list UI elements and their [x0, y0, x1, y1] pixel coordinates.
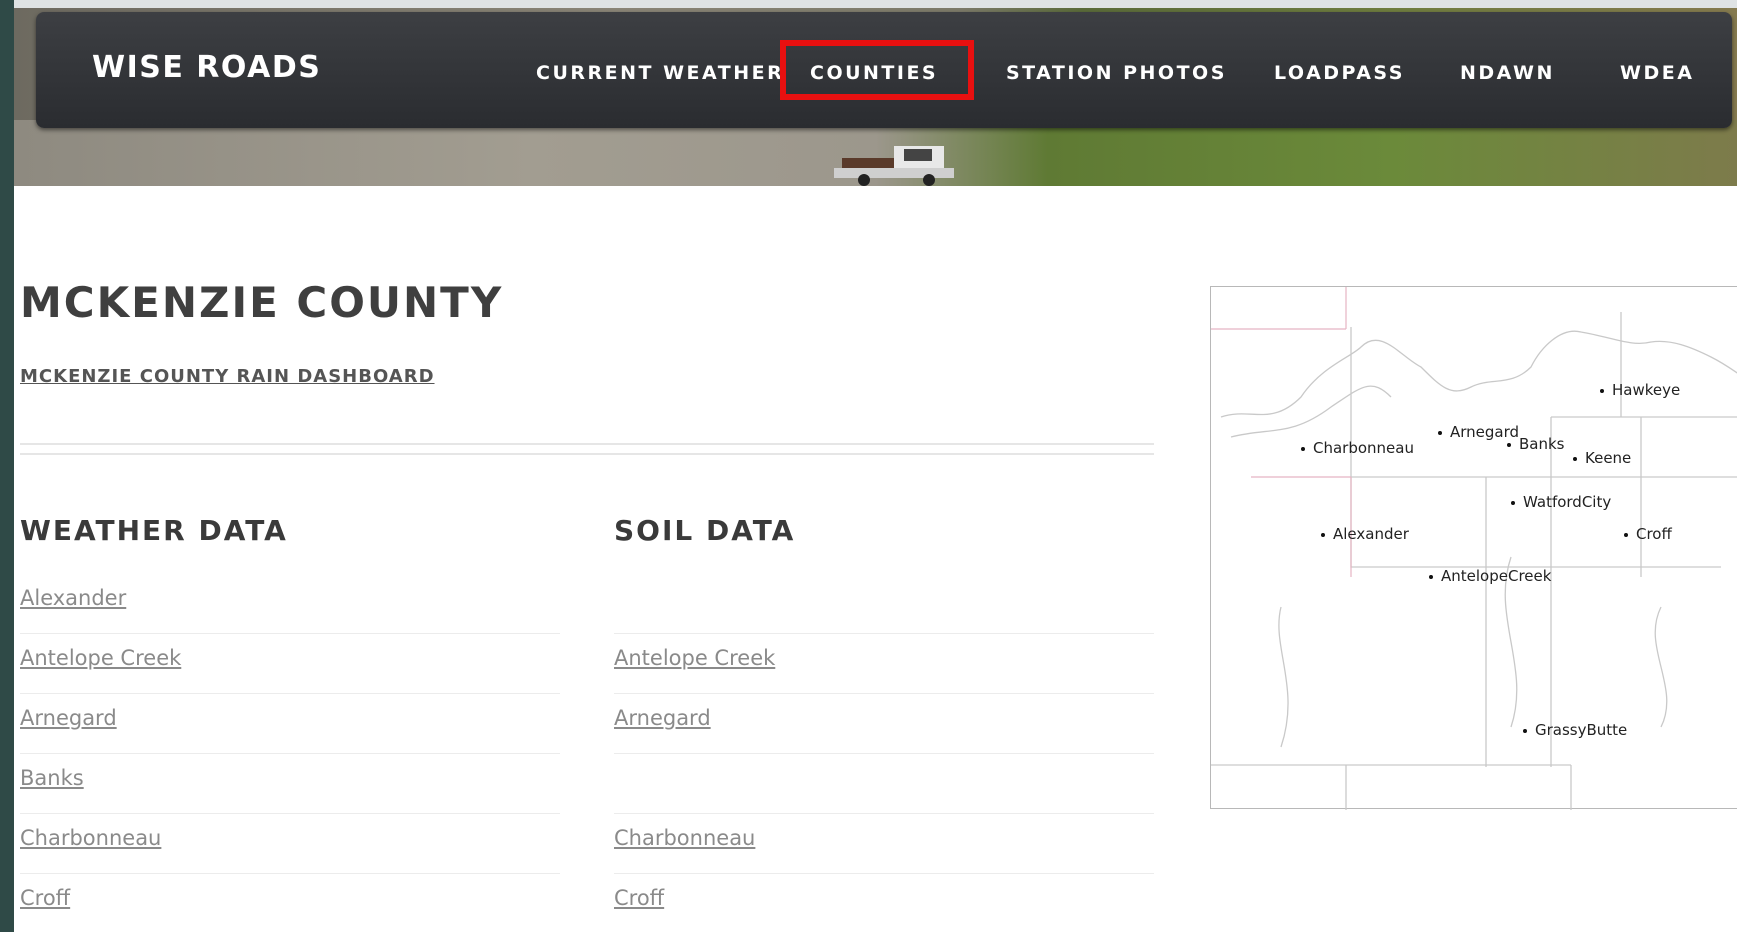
soil-data-heading: SOIL DATA [614, 514, 796, 547]
page-title: MCKENZIE COUNTY [20, 278, 504, 327]
list-item: Antelope Creek [614, 634, 1154, 694]
weather-link-alexander[interactable]: Alexander [20, 586, 126, 610]
map-town-keene: Keene [1573, 449, 1631, 467]
hero-banner-image: WISE ROADS CURRENT WEATHER COUNTIES STAT… [14, 0, 1737, 186]
soil-data-list: Antelope Creek Arnegard Charbonneau Crof… [614, 574, 1154, 932]
map-town-charbonneau: Charbonneau [1301, 439, 1414, 457]
soil-link-croff[interactable]: Croff [614, 886, 664, 910]
divider-bottom [20, 453, 1154, 455]
county-map[interactable]: Hawkeye Arnegard Charbonneau Banks Keene… [1210, 286, 1737, 810]
hero-sky [14, 0, 1737, 8]
nav-current-weather[interactable]: CURRENT WEATHER [536, 62, 784, 84]
nav-station-photos[interactable]: STATION PHOTOS [1006, 62, 1227, 84]
site-logo[interactable]: WISE ROADS [92, 50, 321, 85]
list-item: Croff [614, 874, 1154, 932]
soil-link-arnegard[interactable]: Arnegard [614, 706, 711, 730]
list-item: Antelope Creek [20, 634, 560, 694]
list-item: Charbonneau [614, 814, 1154, 874]
weather-link-antelope-creek[interactable]: Antelope Creek [20, 646, 181, 670]
truck-image [834, 146, 954, 186]
page-frame: WISE ROADS CURRENT WEATHER COUNTIES STAT… [14, 0, 1737, 932]
county-boundary-lines [1211, 287, 1737, 810]
counties-highlight-box [780, 40, 974, 100]
map-town-antelope-creek: AntelopeCreek [1429, 567, 1551, 585]
weather-data-heading: WEATHER DATA [20, 514, 288, 547]
weather-link-charbonneau[interactable]: Charbonneau [20, 826, 161, 850]
list-item [614, 754, 1154, 814]
list-item: Arnegard [614, 694, 1154, 754]
list-item: Charbonneau [20, 814, 560, 874]
divider-top [20, 443, 1154, 445]
map-town-croff: Croff [1624, 525, 1672, 543]
map-town-alexander: Alexander [1321, 525, 1409, 543]
rain-dashboard-link[interactable]: MCKENZIE COUNTY RAIN DASHBOARD [20, 366, 435, 387]
map-town-watford-city: WatfordCity [1511, 493, 1611, 511]
list-item: Croff [20, 874, 560, 932]
weather-data-list: Alexander Antelope Creek Arnegard Banks … [20, 574, 560, 932]
nav-wdea[interactable]: WDEA [1620, 62, 1694, 84]
map-town-banks: Banks [1507, 435, 1565, 453]
nav-ndawn[interactable]: NDAWN [1460, 62, 1555, 84]
list-item [614, 574, 1154, 634]
weather-link-arnegard[interactable]: Arnegard [20, 706, 117, 730]
list-item: Arnegard [20, 694, 560, 754]
map-town-grassy-butte: GrassyButte [1523, 721, 1627, 739]
top-navbar: WISE ROADS CURRENT WEATHER COUNTIES STAT… [36, 12, 1732, 128]
map-town-hawkeye: Hawkeye [1600, 381, 1680, 399]
weather-link-croff[interactable]: Croff [20, 886, 70, 910]
weather-link-banks[interactable]: Banks [20, 766, 84, 790]
list-item: Banks [20, 754, 560, 814]
nav-loadpass[interactable]: LOADPASS [1274, 62, 1405, 84]
list-item: Alexander [20, 574, 560, 634]
soil-link-antelope-creek[interactable]: Antelope Creek [614, 646, 775, 670]
soil-link-charbonneau[interactable]: Charbonneau [614, 826, 755, 850]
